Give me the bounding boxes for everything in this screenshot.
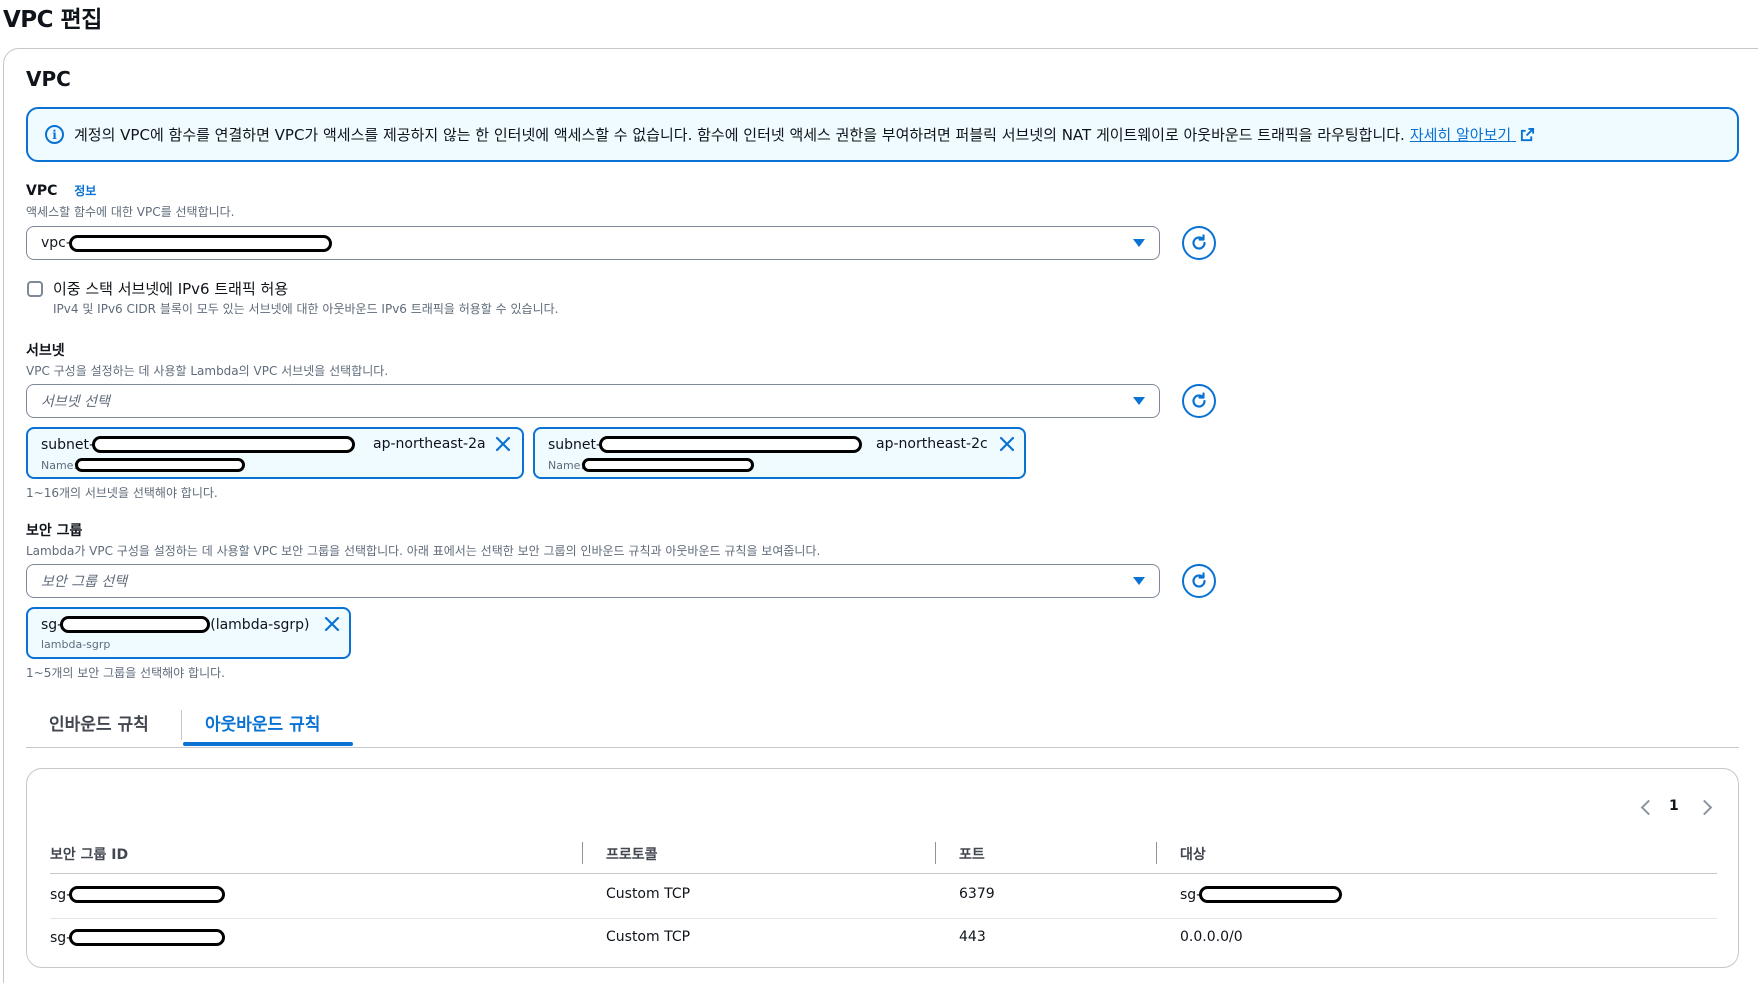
redacted-sg-id <box>60 616 211 633</box>
vpc-info-link[interactable]: 정보 <box>74 184 96 198</box>
vpc-refresh-button[interactable] <box>1182 226 1216 260</box>
subnet-hint: 1~16개의 서브넷을 선택해야 합니다. <box>26 486 218 500</box>
dualstack-description: IPv4 및 IPv6 CIDR 블록이 모두 있는 서브넷에 대한 아웃바운드… <box>53 302 559 316</box>
caret-down-icon <box>1133 239 1145 247</box>
remove-security-group-button[interactable] <box>323 615 341 633</box>
rules-table-card <box>26 768 1739 968</box>
alert-text: 계정의 VPC에 함수를 연결하면 VPC가 액세스를 제공하지 않는 한 인터… <box>74 126 1405 144</box>
subnet-name-label: Name: <box>41 458 78 472</box>
redacted-sg-id <box>69 929 226 946</box>
redacted-subnet-name <box>75 458 246 472</box>
refresh-icon <box>1192 392 1206 408</box>
refresh-icon <box>1192 234 1206 250</box>
security-group-token: sg- (lambda-sgrp) lambda-sgrp <box>26 607 351 659</box>
external-link-icon <box>1520 127 1535 142</box>
vpc-label: VPC 정보 <box>26 183 97 199</box>
tab-outbound-rules[interactable]: 아웃바운드 규칙 <box>205 710 320 735</box>
column-header-sg-id: 보안 그룹 ID <box>50 847 129 863</box>
sg-token-subtitle: lambda-sgrp <box>41 638 111 651</box>
sg-id-cell: sg- <box>50 929 72 946</box>
destination-cell: sg- <box>1180 886 1343 903</box>
subnet-name-label: Name: <box>548 458 585 472</box>
sg-id-cell: sg- <box>50 886 72 903</box>
subnet-placeholder: 서브넷 선택 <box>41 394 110 410</box>
sg-id-prefix: sg- <box>41 616 63 633</box>
active-tab-indicator <box>183 742 353 746</box>
column-header-destination: 대상 <box>1180 847 1206 863</box>
protocol-cell: Custom TCP <box>606 929 691 945</box>
subnet-id-prefix: subnet- <box>548 436 602 453</box>
refresh-icon <box>1192 572 1206 588</box>
redacted-sg-id <box>69 886 226 903</box>
remove-subnet-button[interactable] <box>494 435 512 453</box>
vpc-select[interactable]: vpc- <box>26 226 1160 260</box>
port-cell: 6379 <box>959 886 995 902</box>
subnet-az: ap-northeast-2a <box>373 436 486 452</box>
column-header-port: 포트 <box>959 847 985 863</box>
page-number[interactable]: 1 <box>1669 798 1679 814</box>
subnet-id-prefix: subnet- <box>41 436 95 453</box>
subnets-description: VPC 구성을 설정하는 데 사용할 Lambda의 VPC 서브넷을 선택합니… <box>26 364 389 378</box>
tab-inbound-rules[interactable]: 인바운드 규칙 <box>49 710 149 735</box>
dualstack-checkbox[interactable] <box>27 281 43 297</box>
subnet-token: subnet- ap-northeast-2c Name: <box>533 427 1026 479</box>
security-group-placeholder: 보안 그룹 선택 <box>41 574 128 590</box>
learn-more-link[interactable]: 자세히 알아보기 <box>1410 124 1535 145</box>
section-title: VPC <box>26 67 71 91</box>
security-groups-label: 보안 그룹 <box>26 523 83 539</box>
caret-down-icon <box>1133 577 1145 585</box>
security-group-refresh-button[interactable] <box>1182 564 1216 598</box>
subnet-refresh-button[interactable] <box>1182 384 1216 418</box>
security-group-select[interactable]: 보안 그룹 선택 <box>26 564 1160 598</box>
subnet-select[interactable]: 서브넷 선택 <box>26 384 1160 418</box>
vpc-description: 액세스할 함수에 대한 VPC를 선택합니다. <box>26 205 235 219</box>
redacted-subnet-id <box>599 436 863 453</box>
sg-name-suffix: (lambda-sgrp) <box>210 616 310 633</box>
port-cell: 443 <box>959 929 986 945</box>
subnet-token: subnet- ap-northeast-2a Name: <box>26 427 524 479</box>
subnet-az: ap-northeast-2c <box>876 436 988 452</box>
info-icon: i <box>45 125 64 144</box>
column-header-protocol: 프로토콜 <box>606 847 658 863</box>
subnets-label: 서브넷 <box>26 343 65 359</box>
redacted-destination <box>1199 886 1343 903</box>
page-title: VPC 편집 <box>3 7 102 33</box>
vpc-select-value: vpc- <box>41 235 71 251</box>
table-row: sg- <box>50 886 226 903</box>
dualstack-label: 이중 스택 서브넷에 IPv6 트래픽 허용 <box>53 280 289 298</box>
redacted-subnet-name <box>582 458 755 472</box>
security-groups-description: Lambda가 VPC 구성을 설정하는 데 사용할 VPC 보안 그룹을 선택… <box>26 544 821 558</box>
security-group-hint: 1~5개의 보안 그룹을 선택해야 합니다. <box>26 666 225 680</box>
redacted-vpc-id <box>68 234 332 252</box>
protocol-cell: Custom TCP <box>606 886 691 902</box>
info-alert: i 계정의 VPC에 함수를 연결하면 VPC가 액세스를 제공하지 않는 한 … <box>26 107 1739 162</box>
redacted-subnet-id <box>92 436 356 453</box>
table-row: sg- <box>50 929 226 946</box>
destination-cell: 0.0.0.0/0 <box>1180 929 1243 945</box>
caret-down-icon <box>1133 397 1145 405</box>
remove-subnet-button[interactable] <box>998 435 1016 453</box>
